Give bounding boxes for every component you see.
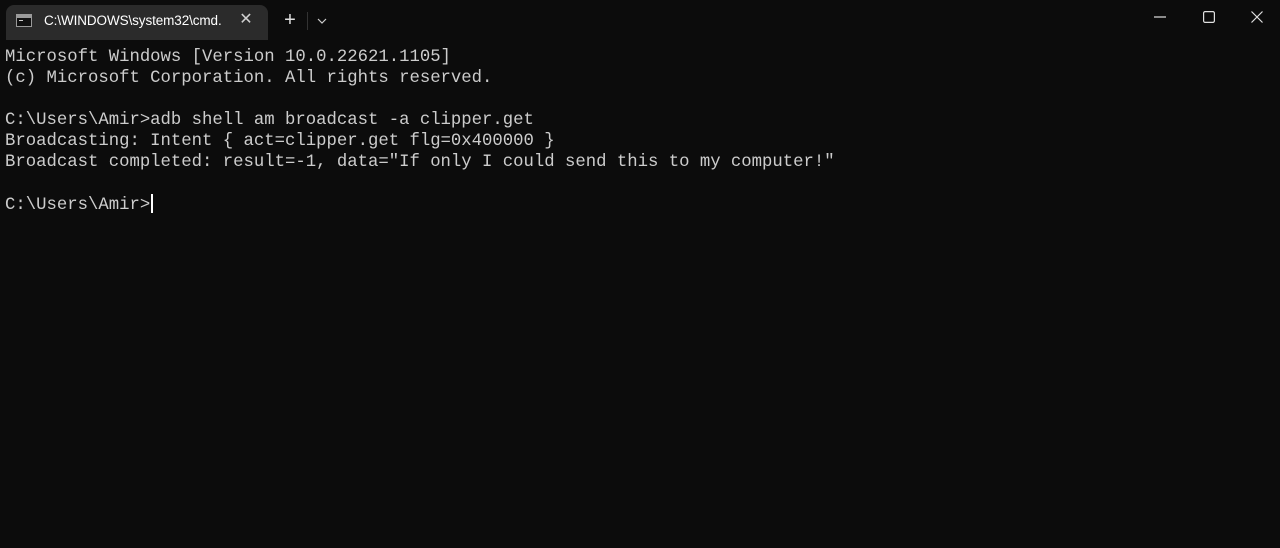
text-cursor bbox=[151, 194, 154, 213]
terminal-line: C:\Users\Amir>adb shell am broadcast -a … bbox=[5, 111, 534, 130]
new-tab-button[interactable]: + bbox=[277, 8, 303, 34]
close-icon bbox=[1251, 11, 1263, 23]
terminal-line: (c) Microsoft Corporation. All rights re… bbox=[5, 69, 493, 88]
minimize-button[interactable] bbox=[1137, 0, 1183, 34]
terminal-line: Microsoft Windows [Version 10.0.22621.11… bbox=[5, 48, 451, 67]
prompt: C:\Users\Amir> bbox=[5, 196, 151, 215]
divider bbox=[307, 12, 308, 30]
tab-cmd[interactable]: C:\WINDOWS\system32\cmd. ✕ bbox=[6, 5, 268, 40]
maximize-icon bbox=[1203, 11, 1215, 23]
tab-title: C:\WINDOWS\system32\cmd. bbox=[44, 13, 222, 28]
cmd-icon bbox=[16, 14, 32, 27]
terminal-line: Broadcasting: Intent { act=clipper.get f… bbox=[5, 132, 555, 151]
minimize-icon bbox=[1154, 16, 1166, 18]
prompt-line[interactable]: C:\Users\Amir> bbox=[5, 194, 154, 215]
terminal-output[interactable]: Microsoft Windows [Version 10.0.22621.11… bbox=[0, 40, 1280, 548]
close-window-button[interactable] bbox=[1234, 0, 1280, 34]
chevron-down-icon bbox=[317, 18, 327, 24]
tab-close-button[interactable]: ✕ bbox=[236, 9, 256, 31]
title-bar: C:\WINDOWS\system32\cmd. ✕ + bbox=[0, 0, 1280, 40]
maximize-button[interactable] bbox=[1186, 0, 1232, 34]
terminal-line: Broadcast completed: result=-1, data="If… bbox=[5, 153, 835, 172]
tab-dropdown-button[interactable] bbox=[312, 8, 332, 34]
